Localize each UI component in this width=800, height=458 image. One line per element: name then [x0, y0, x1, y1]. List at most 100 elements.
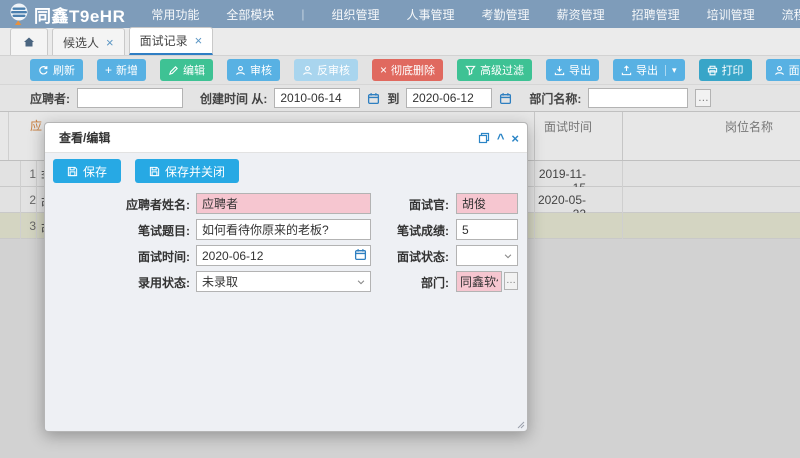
interview-status-button[interactable]: 面试状态: [766, 59, 800, 81]
dialog-button-row: 保存 保存并关闭: [45, 153, 527, 183]
print-button[interactable]: 打印: [699, 59, 752, 81]
row-number: 3: [20, 213, 37, 239]
edit-button[interactable]: 编辑: [160, 59, 213, 81]
interviewer-field[interactable]: [456, 193, 518, 214]
interview-time-label: 面试时间:: [55, 248, 190, 265]
tab-bar: 候选人 × 面试记录 ×: [0, 28, 800, 56]
export-icon: [621, 65, 632, 76]
department-lookup-button[interactable]: …: [504, 272, 518, 290]
toolbar: 刷新 + 新增 编辑 审核 反审核 × 彻底删除 高级过滤 导出: [0, 56, 800, 84]
position-cell: [622, 213, 800, 239]
to-label: 到: [387, 90, 399, 107]
funnel-icon: [465, 65, 476, 76]
dept-filter-input[interactable]: [588, 88, 688, 108]
hire-status-label: 录用状态:: [55, 274, 190, 291]
dept-filter-label: 部门名称:: [529, 90, 581, 107]
chevron-down-icon: [503, 251, 513, 261]
interview-date-cell: [534, 213, 622, 239]
clipped-header-fragment: 应: [30, 117, 42, 134]
tab-label: 面试记录: [140, 32, 188, 49]
top-navbar: 同鑫T9eHR 常用功能 全部模块 | 组织管理 人事管理 考勤管理 薪资管理 …: [0, 0, 800, 28]
close-icon[interactable]: ×: [511, 132, 519, 145]
created-to-input[interactable]: [406, 88, 492, 108]
department-label: 部门:: [345, 274, 449, 291]
brand-name: 同鑫T9eHR: [34, 2, 125, 27]
save-icon: [67, 166, 78, 177]
dialog-title: 查看/编辑: [59, 129, 110, 146]
created-from-label: 创建时间 从:: [200, 90, 267, 107]
tab-label: 候选人: [63, 34, 99, 51]
collapse-icon[interactable]: ^: [497, 132, 505, 145]
form-row: 应聘者姓名: 面试官:: [45, 191, 527, 217]
dept-lookup-button[interactable]: …: [695, 89, 711, 107]
resize-handle[interactable]: [516, 420, 525, 429]
caret-down-icon[interactable]: ▾: [665, 65, 677, 76]
close-icon[interactable]: ×: [195, 34, 203, 47]
department-field[interactable]: [456, 271, 502, 292]
dialog-window-controls: ^ ×: [478, 123, 519, 153]
calendar-icon: [499, 92, 512, 105]
applicant-filter-label: 应聘者:: [30, 90, 70, 107]
form-row: 录用状态: 未录取 部门: …: [45, 269, 527, 295]
applicant-filter-input[interactable]: [77, 88, 183, 108]
user-icon: [774, 65, 785, 76]
import-button[interactable]: 导出: [546, 59, 599, 81]
form-row: 笔试题目: 笔试成绩:: [45, 217, 527, 243]
nav-item-workflow[interactable]: 流程引擎: [782, 6, 800, 23]
from-calendar-button[interactable]: [367, 92, 380, 105]
view-edit-dialog: 查看/编辑 ^ × 保存 保存并关闭 应聘者姓名: 面试官:: [44, 122, 528, 432]
interview-date-cell: 2020-05-22: [534, 187, 622, 213]
row-number: 2: [20, 187, 37, 213]
nav-item-common[interactable]: 常用功能: [151, 6, 199, 23]
user-icon: [235, 65, 246, 76]
interview-status-select[interactable]: [456, 245, 518, 266]
row-number: 1: [20, 161, 37, 187]
written-score-label: 笔试成绩:: [345, 222, 449, 239]
nav-item-attendance[interactable]: 考勤管理: [482, 6, 530, 23]
dialog-form: 应聘者姓名: 面试官: 笔试题目: 笔试成绩: 面试时间: 面试状态:: [45, 191, 527, 295]
refresh-icon: [38, 65, 49, 76]
add-button[interactable]: + 新增: [97, 59, 146, 81]
interview-date-cell: 2019-11-15: [534, 161, 622, 187]
refresh-button[interactable]: 刷新: [30, 59, 83, 81]
interviewer-label: 面试官:: [345, 196, 449, 213]
nav-item-all-modules[interactable]: 全部模块: [226, 6, 274, 23]
nav-item-org[interactable]: 组织管理: [332, 6, 380, 23]
save-and-close-button[interactable]: 保存并关闭: [135, 159, 239, 183]
plus-icon: +: [105, 64, 112, 76]
nav-item-training[interactable]: 培训管理: [707, 6, 755, 23]
delete-x-icon: ×: [380, 64, 387, 76]
to-calendar-button[interactable]: [499, 92, 512, 105]
restore-window-icon[interactable]: [478, 132, 490, 144]
export-button[interactable]: 导出 ▾: [613, 59, 685, 81]
app-logo: 同鑫T9eHR: [8, 2, 125, 27]
nav-item-payroll[interactable]: 薪资管理: [557, 6, 605, 23]
tab-home[interactable]: [10, 28, 48, 55]
created-from-input[interactable]: [274, 88, 360, 108]
nav-item-hr[interactable]: 人事管理: [407, 6, 455, 23]
advanced-filter-button[interactable]: 高级过滤: [457, 59, 532, 81]
import-icon: [554, 65, 565, 76]
nav-divider: |: [301, 7, 304, 21]
printer-icon: [707, 65, 718, 76]
interview-status-label: 面试状态:: [345, 248, 449, 265]
approve-button[interactable]: 审核: [227, 59, 280, 81]
save-button[interactable]: 保存: [53, 159, 121, 183]
dialog-titlebar[interactable]: 查看/编辑 ^ ×: [45, 123, 527, 153]
unapprove-button: 反审核: [294, 59, 358, 81]
position-cell: [622, 161, 800, 187]
close-icon[interactable]: ×: [106, 36, 114, 49]
written-score-field[interactable]: [456, 219, 518, 240]
nav-item-recruit[interactable]: 招聘管理: [632, 6, 680, 23]
form-row: 面试时间: 面试状态:: [45, 243, 527, 269]
tab-candidates[interactable]: 候选人 ×: [52, 28, 125, 55]
calendar-icon: [367, 92, 380, 105]
delete-button[interactable]: × 彻底删除: [372, 59, 443, 81]
position-cell: [622, 187, 800, 213]
filter-bar: 应聘者: 创建时间 从: 到 部门名称: …: [0, 84, 800, 111]
applicant-name-label: 应聘者姓名:: [55, 196, 190, 213]
tab-interview-records[interactable]: 面试记录 ×: [129, 27, 214, 55]
home-icon: [23, 36, 35, 48]
brand-globe-icon: [8, 2, 30, 26]
main-menu: 常用功能 全部模块 | 组织管理 人事管理 考勤管理 薪资管理 招聘管理 培训管…: [151, 6, 800, 23]
